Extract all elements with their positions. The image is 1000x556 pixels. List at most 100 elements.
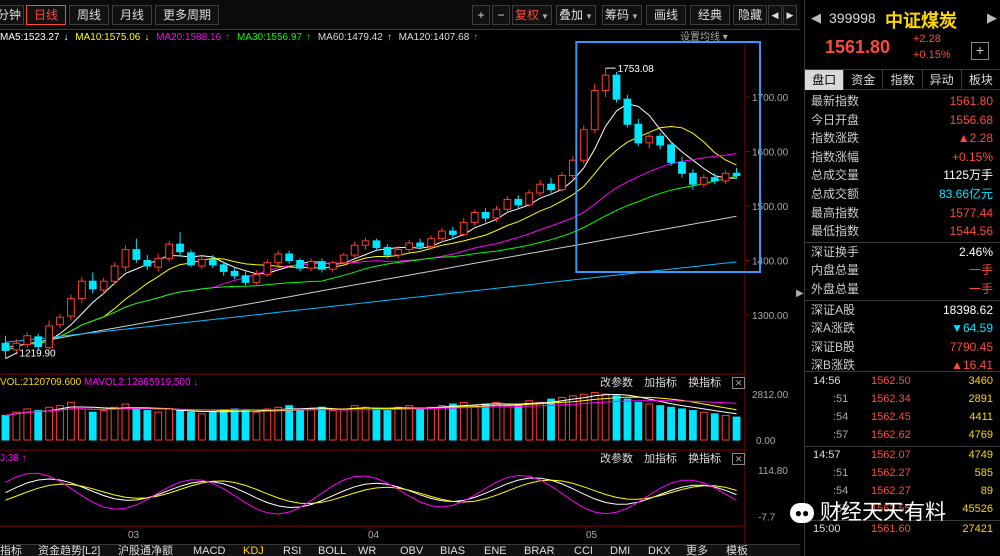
tick-cell: 1562.07	[871, 449, 911, 461]
volume-bar	[197, 413, 206, 441]
tick-cell: 89	[980, 485, 993, 497]
fuquan-dropdown[interactable]: 复权 ▼	[512, 5, 552, 25]
candle	[77, 276, 86, 304]
indicator-tab[interactable]: KDJ	[243, 545, 264, 556]
volume-legend: VOL:2120709.600 MAVOL2:12865919.500 ↓	[0, 377, 199, 388]
classic-button[interactable]: 经典	[690, 5, 730, 25]
quote-tab[interactable]: 盘口	[805, 70, 845, 90]
period-month-button[interactable]: 月线	[112, 5, 152, 25]
kdj-add-indicator-link[interactable]: 加指标	[644, 453, 677, 465]
indicator-tab[interactable]: CCI	[574, 545, 593, 556]
candle	[296, 258, 304, 272]
candle	[274, 250, 283, 266]
candle	[45, 320, 53, 350]
indicator-tab[interactable]: DMI	[610, 545, 630, 556]
tick-cell: :57	[833, 429, 849, 441]
candle	[372, 238, 381, 251]
period-minute-button[interactable]: 分钟	[0, 5, 24, 25]
collapse-panel-icon[interactable]: ▶	[796, 282, 804, 306]
volume-bar	[558, 396, 566, 441]
quote-tab[interactable]: 资金	[844, 70, 884, 90]
tick-cell: 2891	[968, 393, 993, 405]
kdj-legend: J:38 ↑	[0, 453, 27, 464]
month-label: 05	[586, 530, 598, 541]
kdj-k-line	[5, 477, 737, 509]
volume-bar	[481, 403, 490, 441]
candle	[285, 250, 294, 264]
quote-tab[interactable]: 指数	[883, 70, 923, 90]
zoom-out-button[interactable]: −	[492, 5, 510, 25]
prev-symbol-icon[interactable]: ◀	[811, 10, 821, 26]
volume-bar	[252, 411, 261, 441]
vol-swap-indicator-link[interactable]: 换指标	[688, 377, 721, 389]
prev-arrow-icon[interactable]: ◀	[768, 5, 782, 25]
tick-cell: 1562.45	[871, 411, 911, 423]
volume-bar	[427, 406, 435, 441]
candle	[667, 141, 675, 166]
indicator-tab[interactable]: WR	[358, 545, 376, 556]
indicator-tab[interactable]: OBV	[400, 545, 423, 556]
candle	[1, 335, 10, 359]
volume-bar	[699, 411, 708, 441]
period-day-button[interactable]: 日线	[26, 5, 66, 25]
kdj-close-icon[interactable]: ✕	[732, 453, 746, 466]
indicator-tab[interactable]: BRAR	[524, 545, 555, 556]
stat-value: 1125万手	[943, 168, 993, 183]
candle	[241, 271, 250, 286]
indicator-tab[interactable]: 模板	[726, 545, 748, 556]
candle	[350, 241, 359, 259]
candle	[88, 272, 97, 294]
candle	[165, 240, 174, 262]
kdj-change-params-link[interactable]: 改参数	[600, 453, 633, 465]
hide-button[interactable]: 隐藏	[733, 5, 767, 25]
more-periods-button[interactable]: 更多周期	[155, 5, 219, 25]
indicator-tab[interactable]: 指标	[0, 545, 22, 556]
stat-value: 2.46%	[958, 244, 993, 259]
quote-header: ◀ 399998 中证煤炭 ▶ 1561.80 +2.28 +0.15% +	[805, 0, 1000, 70]
watermark: ●● 财经天天有料	[790, 496, 946, 526]
y-tick-label: 1600.00	[752, 148, 789, 159]
tick-cell: 3460	[968, 375, 993, 387]
quote-tab[interactable]: 板块	[962, 70, 1000, 90]
volume-bar	[12, 411, 21, 441]
stat-label: 深证B股	[811, 339, 856, 354]
volume-bar	[67, 401, 75, 441]
kdj-swap-indicator-link[interactable]: 换指标	[688, 453, 721, 465]
stat-row: 外盘总量 一手	[805, 280, 1000, 298]
next-symbol-icon[interactable]: ▶	[987, 10, 997, 26]
next-arrow-icon[interactable]: ▶	[783, 5, 797, 25]
draw-line-button[interactable]: 画线	[646, 5, 686, 25]
volume-bar	[448, 403, 457, 441]
kdj-j-line	[5, 472, 737, 515]
overlay-dropdown[interactable]: 叠加 ▼	[556, 5, 596, 25]
indicator-tab[interactable]: BIAS	[440, 545, 465, 556]
tick-cell: 585	[974, 467, 993, 479]
indicator-tab[interactable]: DKX	[648, 545, 671, 556]
quote-tab[interactable]: 异动	[923, 70, 962, 90]
period-week-button[interactable]: 周线	[69, 5, 109, 25]
candle	[568, 155, 577, 179]
kline-chart[interactable]: 1700.00 1600.00 1500.00 1400.00 1300.00 03 04 0…	[0, 30, 796, 544]
vol-add-indicator-link[interactable]: 加指标	[644, 377, 677, 389]
indicator-tab[interactable]: RSI	[283, 545, 301, 556]
volume-bar	[645, 403, 654, 441]
tick-cell: 4749	[968, 449, 993, 461]
indicator-tab[interactable]: MACD	[193, 545, 225, 556]
volume-axis-bottom: 0.00	[756, 436, 776, 447]
candle	[132, 238, 141, 263]
indicator-tab[interactable]: 资金趋势[L2]	[38, 545, 100, 556]
vol-close-icon[interactable]: ✕	[732, 377, 746, 390]
zoom-in-button[interactable]: +	[472, 5, 490, 25]
indicator-tab[interactable]: BOLL	[318, 545, 346, 556]
indicator-tab[interactable]: 更多	[686, 545, 708, 556]
chips-button[interactable]: 筹码 ▼	[602, 5, 642, 25]
volume-bar	[394, 406, 403, 441]
candle	[56, 313, 64, 329]
add-watchlist-button[interactable]: +	[971, 42, 989, 60]
vol-change-params-link[interactable]: 改参数	[600, 377, 633, 389]
volume-bar	[263, 408, 272, 441]
stat-label: 指数涨跌	[811, 131, 860, 146]
indicator-tab[interactable]: ENE	[484, 545, 507, 556]
price-change-pct: +0.15%	[913, 49, 951, 61]
indicator-tab[interactable]: 沪股通净额	[118, 545, 173, 556]
